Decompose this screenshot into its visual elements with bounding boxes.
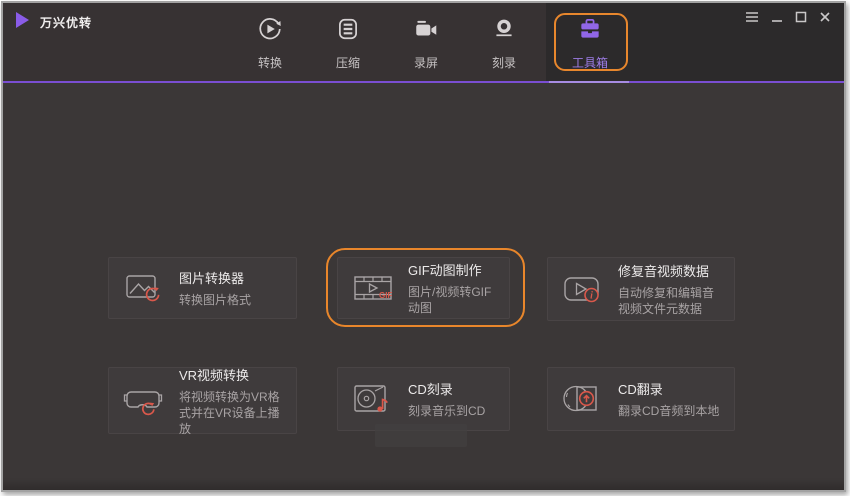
toolbox-panel: 图片转换器 转换图片格式 GIF GIF动图制作 图片/视频转GIF动图 i 修… [3,83,844,490]
bottom-window-shade [3,478,844,490]
vr-converter-icon [121,382,167,420]
tab-label: 录屏 [413,56,438,70]
tab-label: 压缩 [335,56,360,70]
tab-label: 刻录 [491,56,516,70]
bottom-center-faded-panel [375,424,467,447]
app-title: 万兴优转 [40,16,93,30]
gif-maker-icon: GIF [350,269,396,307]
card-subtitle: 将视频转换为VR格式并在VR设备上播放 [179,389,280,436]
card-title: 图片转换器 [179,271,245,286]
card-subtitle: 刻录音乐到CD [408,404,486,418]
tab-label: 工具箱 [571,56,608,70]
tab-label: 转换 [257,56,282,70]
card-subtitle: 翻录CD音频到本地 [618,404,720,418]
menu-icon[interactable] [744,10,760,24]
tab-compress[interactable]: 压缩 [319,16,377,71]
tool-card-image-converter[interactable]: 图片转换器 转换图片格式 [108,257,297,319]
card-text: CD刻录 刻录音乐到CD [408,379,485,419]
card-text: CD翻录 翻录CD音频到本地 [618,379,719,419]
compress-icon [335,16,361,47]
card-subtitle: 自动修复和编辑音视频文件元数据 [618,286,715,316]
cd-burner-icon [350,380,396,418]
card-title: CD刻录 [408,382,453,397]
card-subtitle: 图片/视频转GIF动图 [408,285,492,315]
card-title: 修复音视频数据 [618,264,710,279]
card-text: GIF动图制作 图片/视频转GIF动图 [408,260,497,316]
cd-ripper-icon [560,380,606,418]
minimize-icon[interactable] [770,10,784,24]
svg-text:i: i [590,291,593,302]
main-nav-tabs: 转换 压缩 录屏 刻录 工具箱 [241,16,619,71]
toolbox-icon [577,16,603,47]
maximize-icon[interactable] [794,10,808,24]
titlebar: 万兴优转 转换 压缩 录屏 刻录 工具箱 [3,3,844,81]
tool-card-cd-burner[interactable]: CD刻录 刻录音乐到CD [337,367,510,431]
tool-card-cd-ripper[interactable]: CD翻录 翻录CD音频到本地 [547,367,735,431]
svg-text:GIF: GIF [379,291,392,300]
card-title: VR视频转换 [179,367,250,383]
tool-card-fix-media-metadata[interactable]: i 修复音视频数据 自动修复和编辑音视频文件元数据 [547,257,735,321]
tab-toolbox[interactable]: 工具箱 [561,16,619,71]
app-logo-icon [16,12,29,28]
tab-burn[interactable]: 刻录 [475,16,533,71]
convert-icon [257,16,283,47]
tab-screen-record[interactable]: 录屏 [397,16,455,71]
screen-record-icon [413,16,439,47]
window-controls [744,10,832,24]
card-text: 修复音视频数据 自动修复和编辑音视频文件元数据 [618,261,722,317]
fix-media-metadata-icon: i [560,270,606,308]
card-title: GIF动图制作 [408,263,482,278]
card-text: VR视频转换 将视频转换为VR格式并在VR设备上播放 [179,365,284,437]
close-icon[interactable] [818,10,832,24]
card-subtitle: 转换图片格式 [179,293,252,307]
tool-card-gif-maker[interactable]: GIF GIF动图制作 图片/视频转GIF动图 [337,257,510,319]
card-title: CD翻录 [618,382,663,397]
tool-card-vr-converter[interactable]: VR视频转换 将视频转换为VR格式并在VR设备上播放 [108,365,297,437]
image-converter-icon [121,269,167,307]
app-window: 万兴优转 转换 压缩 录屏 刻录 工具箱 图片转换器 转换图片格式 GIF GI… [1,1,846,492]
burn-icon [491,16,517,47]
card-text: 图片转换器 转换图片格式 [179,268,251,308]
tab-convert[interactable]: 转换 [241,16,299,71]
